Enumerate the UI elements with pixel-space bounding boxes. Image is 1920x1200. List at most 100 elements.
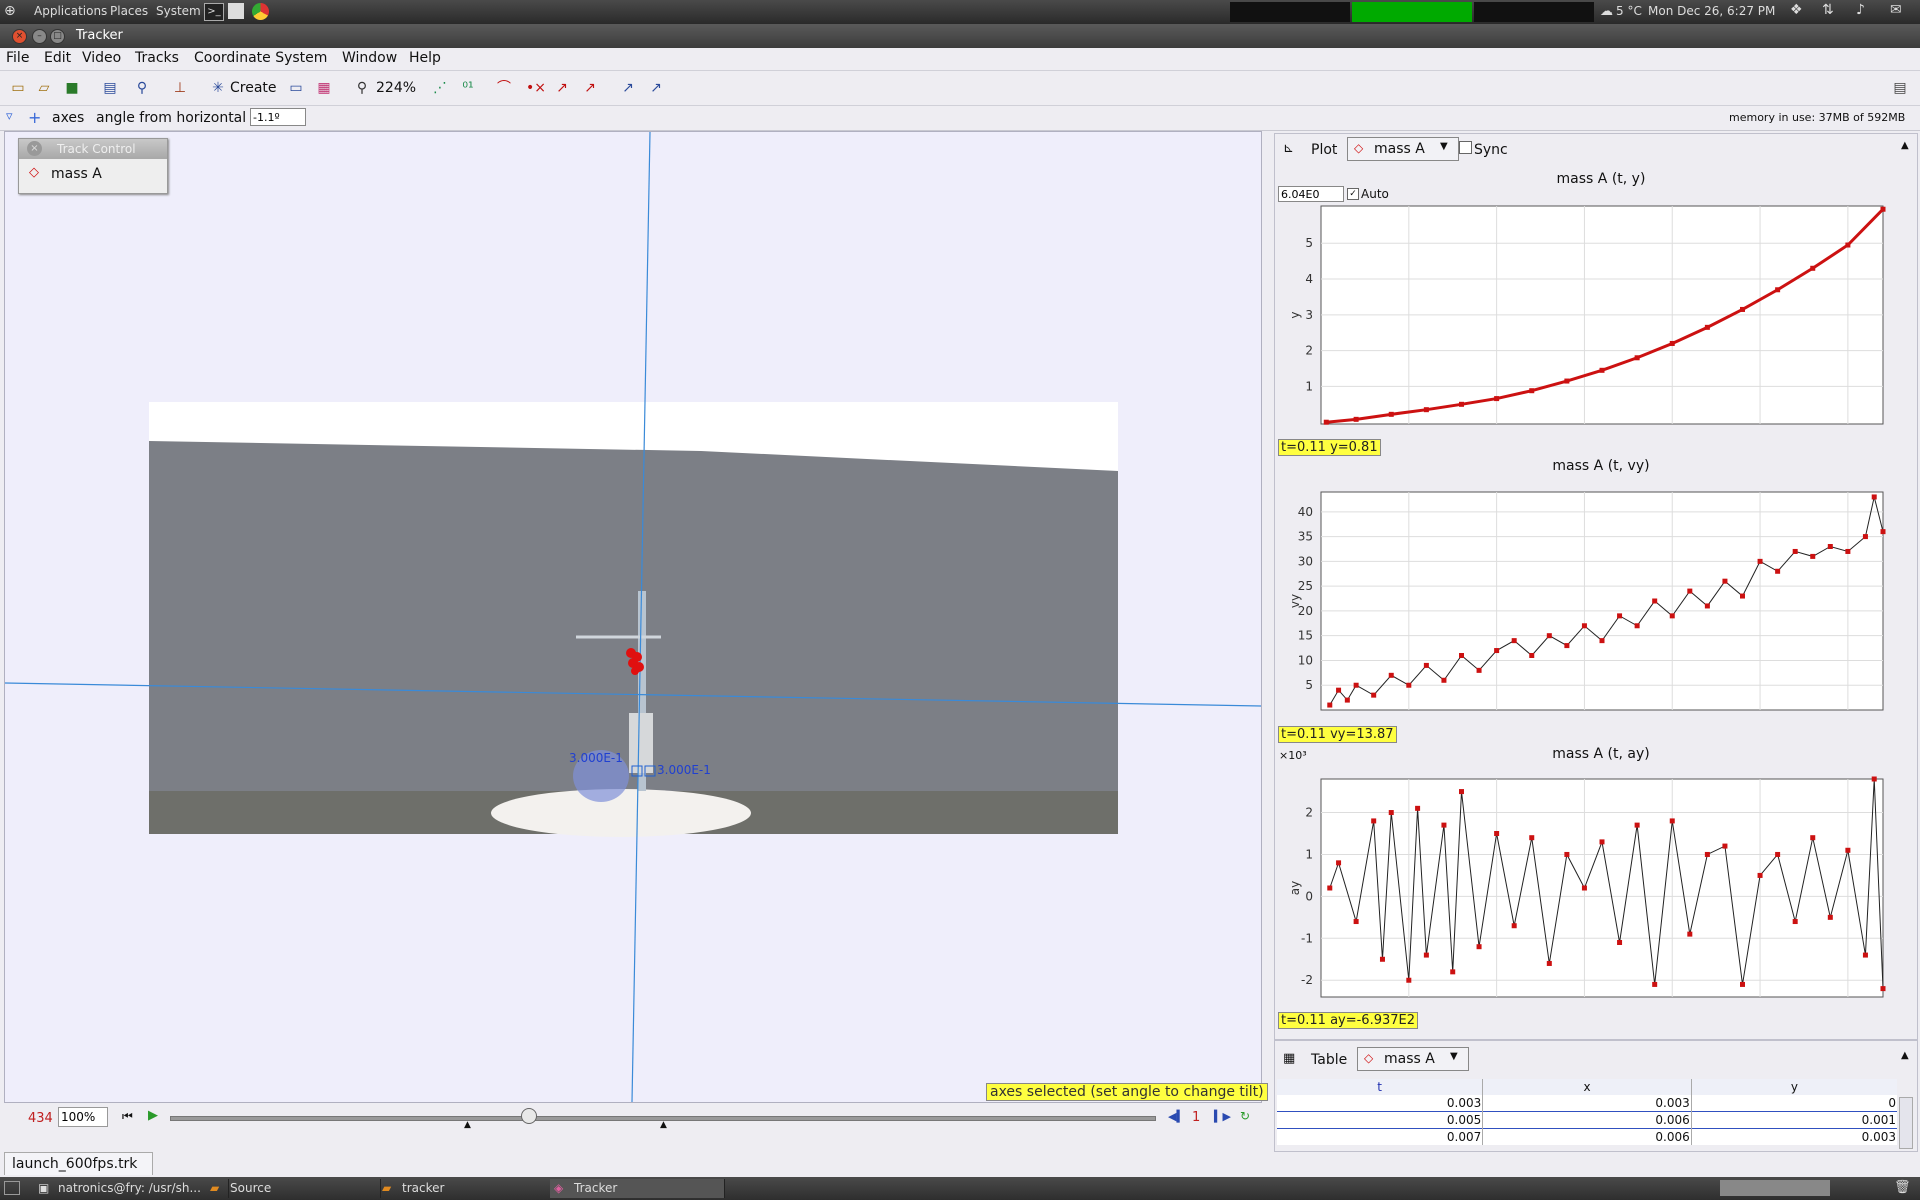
task-terminal[interactable]: ▣ natronics@fry: /usr/sh...: [34, 1179, 229, 1198]
frame-number[interactable]: 434: [28, 1111, 53, 1126]
trails-icon[interactable]: ⋰: [430, 79, 450, 97]
task-tracker-folder[interactable]: ▰ tracker: [378, 1179, 553, 1198]
menu-places[interactable]: Places: [110, 4, 148, 18]
menu-file[interactable]: File: [6, 50, 29, 66]
maximize-window-button[interactable]: □: [50, 29, 65, 44]
playback-zoom-field[interactable]: [58, 1107, 108, 1127]
clock[interactable]: Mon Dec 26, 6:27 PM: [1648, 4, 1775, 18]
notes-icon[interactable]: ▤: [1890, 79, 1910, 97]
step-size[interactable]: 1: [1192, 1110, 1200, 1125]
menu-help[interactable]: Help: [409, 50, 441, 66]
plot-t-vy[interactable]: 0.050.100.150.200.250.30510152025303540t…: [1275, 472, 1915, 712]
play-icon[interactable]: ▶: [148, 1108, 158, 1123]
table-row[interactable]: 0.005 0.006 0.001: [1277, 1111, 1897, 1129]
table-cell[interactable]: 0: [1691, 1095, 1897, 1112]
calibration-tools-icon[interactable]: ⚲: [132, 79, 152, 97]
path-icon[interactable]: ⌒: [494, 79, 514, 97]
video-canvas[interactable]: [5, 132, 1261, 1102]
table-cell[interactable]: 0.003: [1691, 1129, 1897, 1146]
close-window-button[interactable]: ×: [12, 29, 27, 44]
video-panel[interactable]: 3.000E-1 3.000E-1: [4, 131, 1262, 1103]
menu-applications[interactable]: Applications: [34, 4, 107, 18]
volume-icon[interactable]: ♪: [1856, 2, 1865, 18]
network-icon[interactable]: ⇅: [1822, 2, 1834, 18]
track-control-mass-a[interactable]: mass A: [51, 166, 102, 182]
labels-icon[interactable]: ⁰¹: [458, 79, 478, 97]
fixed-scale-icon[interactable]: ↗: [618, 79, 638, 97]
save-icon[interactable]: ■: [62, 79, 82, 97]
ruler-icon[interactable]: ▭: [286, 79, 306, 97]
menu-video[interactable]: Video: [82, 50, 121, 66]
create-track-button[interactable]: Create: [230, 80, 277, 96]
dropbox-icon[interactable]: ❖: [1790, 2, 1803, 18]
table-scrollbar[interactable]: [1899, 1097, 1913, 1149]
mail-icon[interactable]: ✉: [1890, 2, 1902, 18]
table-header-y[interactable]: y: [1691, 1079, 1897, 1095]
show-desktop-icon[interactable]: [4, 1181, 20, 1195]
table-cell[interactable]: 0.005: [1277, 1111, 1484, 1129]
collapse-plot-icon[interactable]: ▲: [1901, 140, 1909, 151]
axes-icon[interactable]: ⊥: [170, 79, 190, 97]
table-cell[interactable]: 0.006: [1482, 1128, 1692, 1145]
loop-icon[interactable]: ↻: [1240, 1109, 1250, 1123]
task-tracker-app[interactable]: ◈ Tracker: [550, 1179, 725, 1198]
clip-settings-icon[interactable]: ▤: [100, 79, 120, 97]
plot-track-selector[interactable]: ◇ mass A ▼: [1347, 137, 1459, 161]
axes-dropdown-icon[interactable]: ▿: [6, 109, 13, 124]
step-back-icon[interactable]: ◀▍: [1168, 1110, 1185, 1123]
data-table[interactable]: t x y 0.003 0.003 0 0.005 0.006 0.001 0.…: [1277, 1079, 1897, 1145]
menu-coordinate-system[interactable]: Coordinate System: [194, 50, 327, 66]
table-cell[interactable]: 0.007: [1277, 1128, 1484, 1145]
zoom-icon[interactable]: ⚲: [352, 79, 372, 97]
table-row[interactable]: 0.007 0.006 0.003: [1277, 1128, 1897, 1146]
menu-edit[interactable]: Edit: [44, 50, 71, 66]
workspace-switcher[interactable]: [1720, 1180, 1830, 1196]
table-cell[interactable]: 0.001: [1691, 1112, 1897, 1129]
chrome-launcher-icon[interactable]: [252, 3, 269, 20]
acceleration-icon[interactable]: ↗: [580, 79, 600, 97]
momentum-icon[interactable]: ↗: [646, 79, 666, 97]
menu-window[interactable]: Window: [342, 50, 397, 66]
axes-property-bar: ▿ + axes angle from horizontal memory in…: [0, 106, 1920, 131]
file-tab[interactable]: launch_600fps.trk: [4, 1152, 153, 1175]
track-control-window[interactable]: × Track Control ◇ mass A: [18, 138, 168, 194]
zoom-level[interactable]: 224%: [376, 80, 416, 96]
angle-field[interactable]: [250, 108, 306, 126]
menu-system[interactable]: System: [156, 4, 201, 18]
axes-label[interactable]: axes: [52, 110, 84, 126]
create-track-icon[interactable]: ✳: [208, 79, 228, 97]
plot-t-ay[interactable]: 0.050.100.150.200.250.30-2-1012tay: [1275, 759, 1915, 999]
table-row[interactable]: 0.003 0.003 0: [1277, 1095, 1897, 1112]
terminal-launcher-icon[interactable]: >_: [204, 3, 224, 21]
plot-t-y[interactable]: 0.050.100.150.200.250.3012345ty: [1275, 186, 1915, 426]
table-cell[interactable]: 0.006: [1482, 1111, 1692, 1129]
table-cell[interactable]: 0.003: [1482, 1095, 1692, 1112]
table-cell[interactable]: 0.003: [1277, 1095, 1484, 1112]
velocity-icon[interactable]: ↗: [552, 79, 572, 97]
step-forward-icon[interactable]: ▍▶: [1214, 1110, 1231, 1123]
gnome-foot-icon[interactable]: ⊕: [4, 3, 16, 19]
table-header-t[interactable]: t: [1277, 1079, 1484, 1095]
open-folder-icon[interactable]: ▱: [34, 79, 54, 97]
table-header-x[interactable]: x: [1482, 1079, 1692, 1095]
end-marker-icon[interactable]: ▲: [660, 1120, 667, 1130]
track-control-header[interactable]: × Track Control: [19, 139, 167, 159]
minimize-window-button[interactable]: –: [32, 29, 47, 44]
chevron-down-icon[interactable]: ▼: [1440, 141, 1448, 152]
track-control-icon[interactable]: ▦: [314, 79, 334, 97]
chevron-down-icon[interactable]: ▼: [1450, 1051, 1458, 1062]
rewind-icon[interactable]: ⏮: [122, 1109, 133, 1124]
collapse-table-icon[interactable]: ▲: [1901, 1050, 1909, 1061]
sync-checkbox[interactable]: [1459, 141, 1472, 154]
trash-icon[interactable]: 🗑: [1894, 1180, 1911, 1195]
text-editor-launcher-icon[interactable]: [228, 3, 244, 19]
weather-temp[interactable]: 5 °C: [1616, 4, 1642, 18]
table-track-selector[interactable]: ◇ mass A ▼: [1357, 1047, 1469, 1071]
position-icon[interactable]: •×: [526, 79, 546, 97]
menu-tracks[interactable]: Tracks: [135, 50, 179, 66]
close-track-control-icon[interactable]: ×: [27, 141, 42, 156]
playback-slider-thumb[interactable]: [521, 1108, 537, 1124]
task-source[interactable]: ▰ Source: [206, 1179, 381, 1198]
open-file-icon[interactable]: ▭: [8, 79, 28, 97]
start-marker-icon[interactable]: ▲: [464, 1120, 471, 1130]
